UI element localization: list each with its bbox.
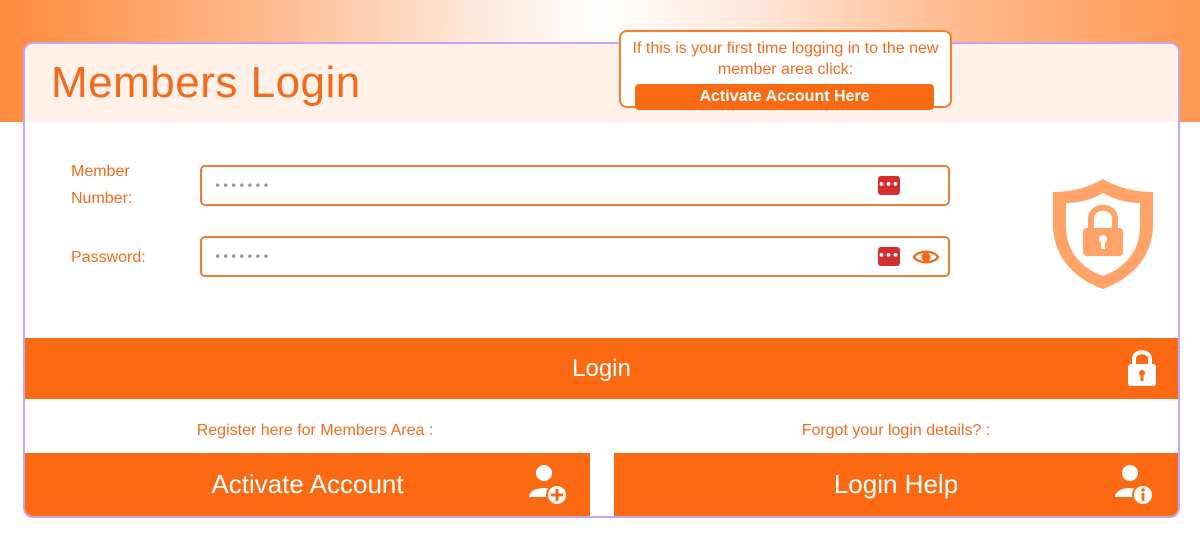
- register-prompt: Register here for Members Area :: [196, 422, 434, 439]
- password-label: Password:: [71, 249, 146, 266]
- password-manager-icon[interactable]: •••|: [878, 247, 903, 266]
- user-info-icon: [1115, 465, 1154, 506]
- password-field[interactable]: •••|: [200, 236, 950, 277]
- login-button[interactable]: Login: [25, 338, 1178, 399]
- login-help-button[interactable]: Login Help: [614, 453, 1178, 516]
- activate-account-button[interactable]: Activate Account: [25, 453, 590, 516]
- help-prompt: Forgot your login details? :: [801, 422, 991, 439]
- first-time-callout: If this is your first time logging in to…: [619, 30, 952, 110]
- login-card: Members Login Member Number: •••| Passwo…: [23, 42, 1180, 518]
- eye-icon[interactable]: [912, 247, 940, 267]
- password-input[interactable]: [212, 244, 856, 270]
- activate-account-here-button[interactable]: Activate Account Here: [635, 84, 934, 110]
- card-header: Members Login: [25, 44, 1178, 122]
- activate-account-label: Activate Account: [211, 469, 404, 499]
- user-add-icon: [529, 465, 568, 506]
- shield-lock-icon: [1053, 179, 1153, 289]
- login-help-label: Login Help: [833, 469, 959, 499]
- page-title: Members Login: [51, 58, 361, 107]
- member-number-input[interactable]: [212, 173, 856, 199]
- password-manager-icon[interactable]: •••|: [878, 176, 903, 195]
- member-number-label: Member Number:: [71, 163, 133, 207]
- callout-text: If this is your first time logging in to…: [632, 40, 939, 78]
- member-number-field[interactable]: •••|: [200, 165, 950, 206]
- login-button-label: Login: [572, 354, 631, 382]
- lock-icon: [1128, 350, 1156, 386]
